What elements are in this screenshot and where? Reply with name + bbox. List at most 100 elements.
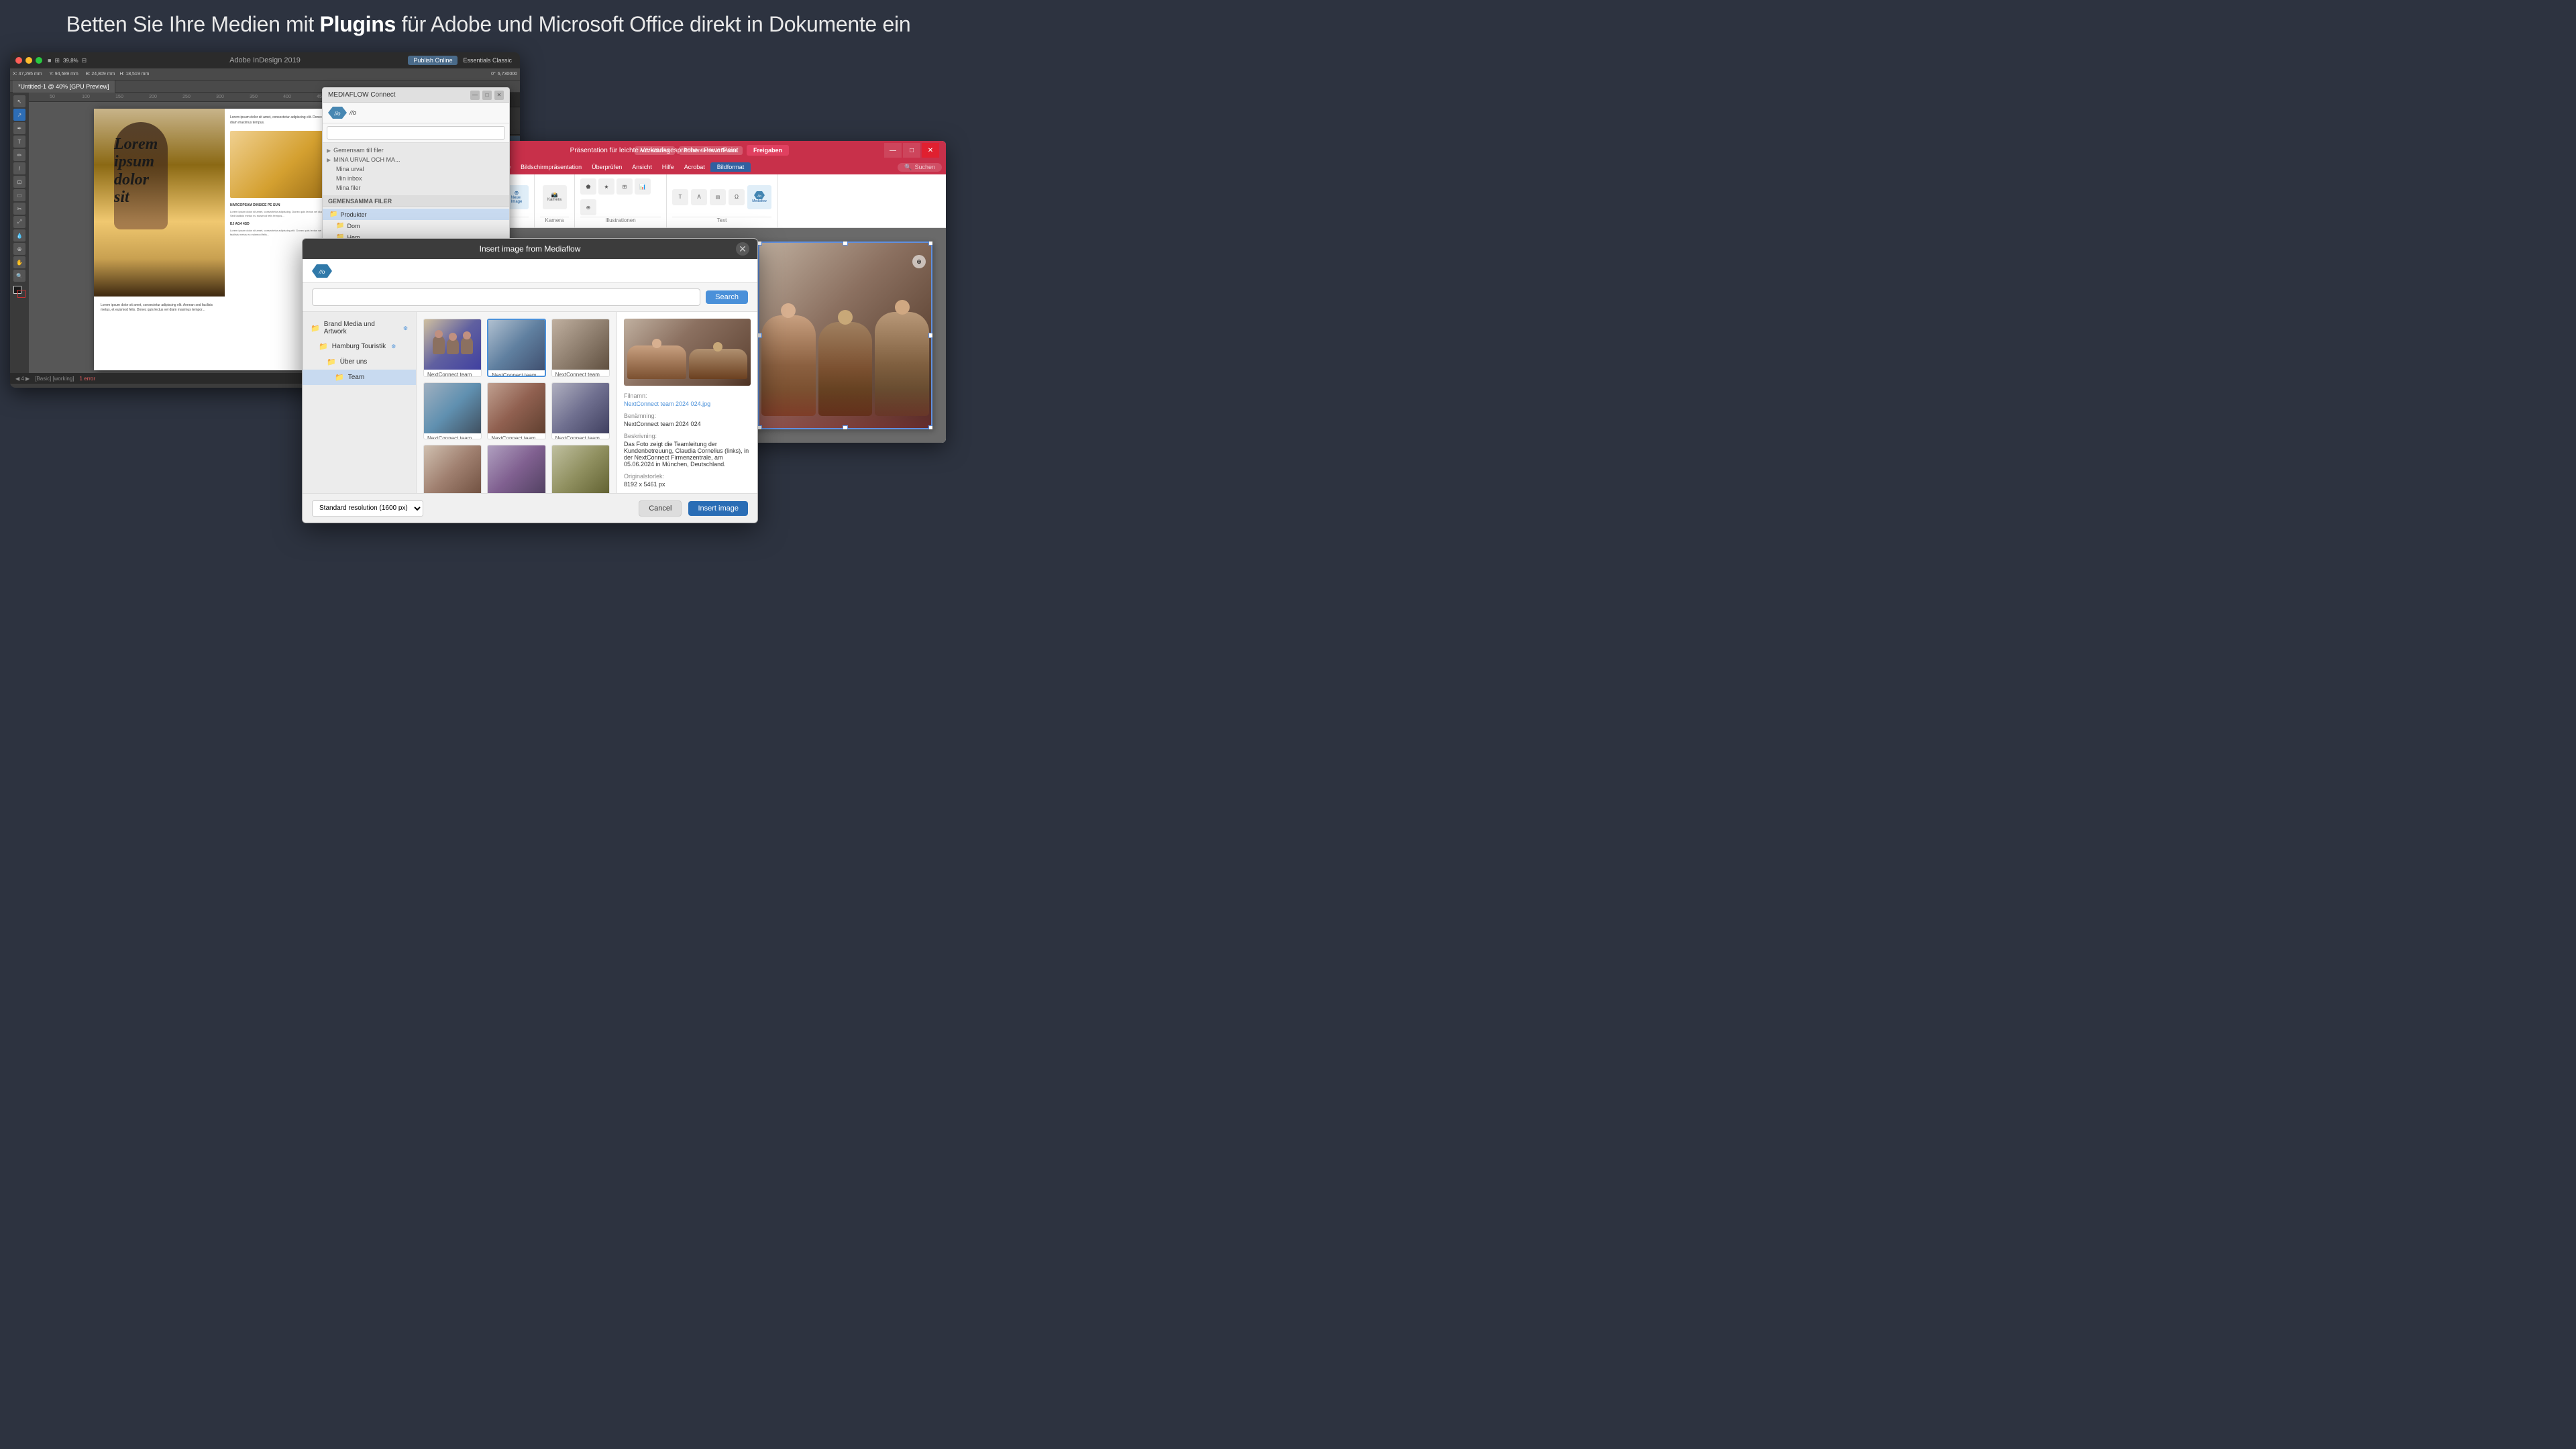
menu-bildschirm[interactable]: Bildschirmpräsentation [516,162,586,172]
dialog-body: 📁 Brand Media und Artwork ⚙ 📁 Hamburg To… [303,312,757,508]
dt-img-8 [488,445,545,496]
nav-min-inbox[interactable]: Min inbox [327,174,505,183]
dt-img-4 [424,383,481,433]
nav-gemensam[interactable]: ▶ Gemensam till filer [327,146,505,155]
dialog-thumb-5[interactable]: NextConnect team 2024 013.jpg [487,382,545,439]
dialog-close-btn[interactable]: ✕ [736,242,749,256]
menu-bildformat[interactable]: Bildformat [710,162,751,172]
smartart-btn[interactable]: ⊞ [616,178,633,195]
tool-pen[interactable]: ✒ [13,122,25,134]
folder-uber-uns[interactable]: 📁 Über uns [303,354,416,370]
textfeld-btn[interactable]: T [672,189,688,205]
svg-text://o: //o [334,111,341,117]
coord-y: Y: 94,589 mm [50,72,78,76]
dialog-thumb-2[interactable]: NextConnect team 2024 024.jpg [487,319,545,377]
tool-eyedropper[interactable]: 💧 [13,229,25,241]
mfp-close-btn[interactable]: ✕ [494,91,504,100]
kopfzeile-btn[interactable]: ▤ [710,189,726,205]
freigaben-button[interactable]: Freigaben [747,145,789,156]
tool-select[interactable]: ↖ [13,95,25,107]
document-tab[interactable]: *Untitled-1 @ 40% [GPU Preview] [13,80,115,93]
page-nav: ◀ 4 ▶ [15,376,30,382]
mediaflow-ribbon-btn[interactable]: //o Mediafow [747,185,771,209]
menu-ansicht[interactable]: Ansicht [627,162,657,172]
menu-acrobat[interactable]: Acrobat [680,162,710,172]
menu-hilfe[interactable]: Hilfe [657,162,679,172]
tool-direct-select[interactable]: ↗ [13,109,25,121]
formen-btn[interactable]: ⬟ [580,178,596,195]
symbole-btn[interactable]: ★ [598,178,614,195]
ruler-100: 100 [69,95,103,99]
dt-img-1 [424,319,481,370]
folder-team[interactable]: 📁 Team [303,370,416,385]
ruler-200: 200 [136,95,170,99]
ppt-search-box[interactable]: 🔍 Suchen [898,163,942,172]
dot-yellow[interactable] [25,57,32,64]
dialog-search-button[interactable]: Search [706,290,748,304]
dialog-thumbs-grid: NextConnect team 2024 005.jpg NextConnec… [417,312,616,508]
nav-mina-urval[interactable]: ▶ MINA URVAL OCH MA... [327,155,505,164]
cancel-button[interactable]: Cancel [639,500,682,517]
dialog-thumb-4[interactable]: NextConnect team 2024 012.jpg [423,382,482,439]
mfp-expand-btn[interactable]: □ [482,91,492,100]
coord-w: B: 24,809 mm [86,72,115,76]
tool-rect-frame[interactable]: ⊡ [13,176,25,188]
orig-size-label: Originalstorlek: [624,473,751,480]
tool-hand[interactable]: ✋ [13,256,25,268]
tool-free-transform[interactable]: ⤢ [13,216,25,228]
dialog-thumb-1[interactable]: NextConnect team 2024 005.jpg [423,319,482,377]
ribbon-icons-illustration: ⬟ ★ ⊞ 📊 ⊕ [580,177,661,217]
folder-hamburg[interactable]: 📁 Hamburg Touristik ⚙ [303,339,416,354]
mfp-logo-bar: //o //o [323,103,509,123]
ruler-0: 50 [36,95,69,99]
rotation-value: 0° [491,72,496,76]
indesign-scale: 39,8% [63,58,78,64]
title-value: NextConnect team 2024 024 [624,421,751,427]
tool-type[interactable]: T [13,136,25,148]
tool-pencil[interactable]: ✏ [13,149,25,161]
tool-scissors[interactable]: ✂ [13,203,25,215]
dialog-search-section: Search [303,283,757,312]
coord-x: X: 47,295 mm [13,72,42,76]
ppt-restore-btn[interactable]: □ [903,143,920,158]
menu-ueberprufen[interactable]: Überprüfen [587,162,627,172]
folder-dom[interactable]: 📁 Dom [323,220,509,231]
search-label: Suchen [914,164,935,170]
tool-rect[interactable]: □ [13,189,25,201]
nav-mina-urval2[interactable]: Mina urval [327,164,505,174]
symbole2-btn[interactable]: Ω [729,189,745,205]
dialog-thumb-3[interactable]: NextConnect team 2024 001.jpg [551,319,610,377]
kamera-btn[interactable]: 📸 Kamera [543,185,567,209]
folder-dom-label: Dom [347,223,360,229]
workspace-selector[interactable]: Essentials Classic [463,57,512,64]
folder-brand[interactable]: 📁 Brand Media und Artwork ⚙ [303,317,416,339]
folder-uber-icon: 📁 [327,358,336,366]
resolution-select[interactable]: Standard resolution (1600 px) [312,500,423,517]
ppt-close-btn[interactable]: ✕ [922,143,939,158]
wordart-btn[interactable]: A [691,189,707,205]
folder-produkter-label: Produkter [340,211,366,218]
3d-modelle-btn[interactable]: ⊕ [580,199,596,215]
info-filename: Filnamn: NextConnect team 2024 024.jpg [624,392,751,407]
doc-left-col: Lorem ipsum dolor sit Lorem ipsum dolor … [94,109,225,370]
ruler-300: 300 [203,95,237,99]
dot-green[interactable] [36,57,42,64]
mfp-logo-svg: //o [328,107,347,119]
dialog-search-input[interactable] [312,288,700,306]
mfp-search-input[interactable] [327,126,505,140]
tool-measure[interactable]: ⊕ [13,243,25,255]
dot-red[interactable] [15,57,22,64]
neue-image-label: NeueImage [511,196,523,204]
tool-line[interactable]: / [13,162,25,174]
folder-produkter[interactable]: 📁 Produkter [323,209,509,220]
nav-mina-filer[interactable]: Mina filer [327,183,505,193]
dialog-thumb-6[interactable]: NextConnect team 2024 003.jpg [551,382,610,439]
nav-gemensam-label: Gemensam till filer [333,147,384,154]
publish-online-button[interactable]: Publish Online [408,56,458,65]
diagramm-btn[interactable]: 📊 [635,178,651,195]
mfp-collapse-btn[interactable]: — [470,91,480,100]
tool-zoom[interactable]: 🔍 [13,270,25,282]
dt-label-6: NextConnect team 2024 003.jpg [552,433,609,439]
ppt-minimize-btn[interactable]: — [884,143,902,158]
insert-button[interactable]: Insert image [688,501,748,516]
